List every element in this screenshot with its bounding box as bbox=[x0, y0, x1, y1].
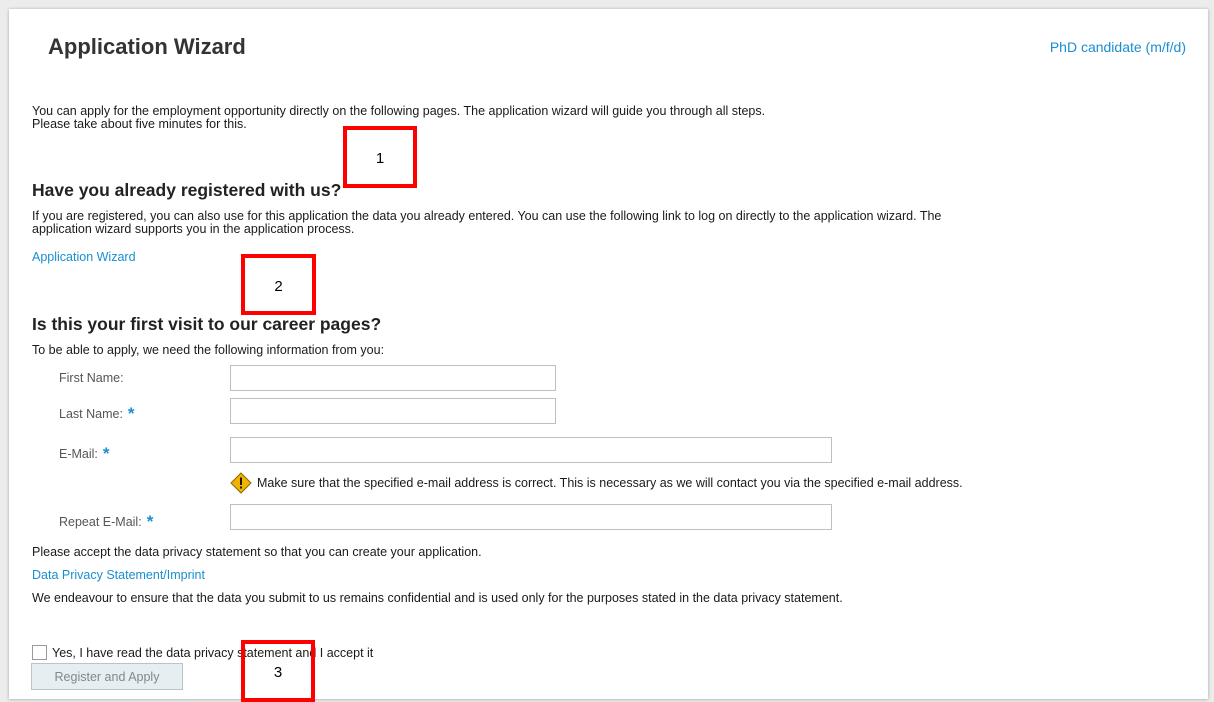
last-name-label: Last Name: * bbox=[59, 404, 135, 423]
annotation-box-1: 1 bbox=[343, 126, 417, 188]
first-name-label: First Name: bbox=[59, 371, 124, 385]
privacy-statement-link[interactable]: Data Privacy Statement/Imprint bbox=[32, 568, 205, 582]
application-wizard-link[interactable]: Application Wizard bbox=[32, 250, 136, 264]
annotation-label-1: 1 bbox=[375, 150, 385, 167]
first-visit-heading: Is this your first visit to our career p… bbox=[32, 314, 382, 334]
page-title: Application Wizard bbox=[48, 34, 246, 59]
intro-text-line2: Please take about five minutes for this. bbox=[32, 117, 247, 131]
required-asterisk-icon: * bbox=[146, 512, 154, 531]
register-and-apply-button[interactable]: Register and Apply bbox=[31, 663, 183, 690]
first-visit-subtext: To be able to apply, we need the followi… bbox=[32, 343, 385, 357]
annotation-label-3: 3 bbox=[273, 664, 283, 681]
intro-text-line1: You can apply for the employment opportu… bbox=[32, 104, 766, 118]
privacy-accept-checkbox[interactable] bbox=[32, 645, 47, 660]
email-label: E-Mail: * bbox=[59, 444, 110, 463]
job-title-link[interactable]: PhD candidate (m/f/d) bbox=[1050, 39, 1186, 55]
annotation-box-3: 3 bbox=[241, 640, 315, 702]
repeat-email-field[interactable] bbox=[230, 504, 832, 530]
first-name-field[interactable] bbox=[230, 365, 556, 391]
annotation-label-2: 2 bbox=[274, 278, 283, 295]
privacy-accept-text: Please accept the data privacy statement… bbox=[32, 545, 482, 559]
registered-text-line1: If you are registered, you can also use … bbox=[32, 209, 942, 223]
required-asterisk-icon: * bbox=[102, 444, 110, 463]
registered-text-line2: application wizard supports you in the a… bbox=[32, 222, 355, 236]
repeat-email-label: Repeat E-Mail: * bbox=[59, 512, 154, 531]
email-field[interactable] bbox=[230, 437, 832, 463]
registered-heading: Have you already registered with us? bbox=[32, 180, 342, 200]
warning-diamond-icon bbox=[230, 472, 252, 494]
privacy-confidential-text: We endeavour to ensure that the data you… bbox=[32, 591, 843, 605]
last-name-field[interactable] bbox=[230, 398, 556, 424]
annotation-box-2: 2 bbox=[241, 254, 316, 315]
required-asterisk-icon: * bbox=[127, 404, 135, 423]
email-hint-text: Make sure that the specified e-mail addr… bbox=[257, 476, 963, 490]
privacy-checkbox-label[interactable]: Yes, I have read the data privacy statem… bbox=[52, 646, 373, 660]
